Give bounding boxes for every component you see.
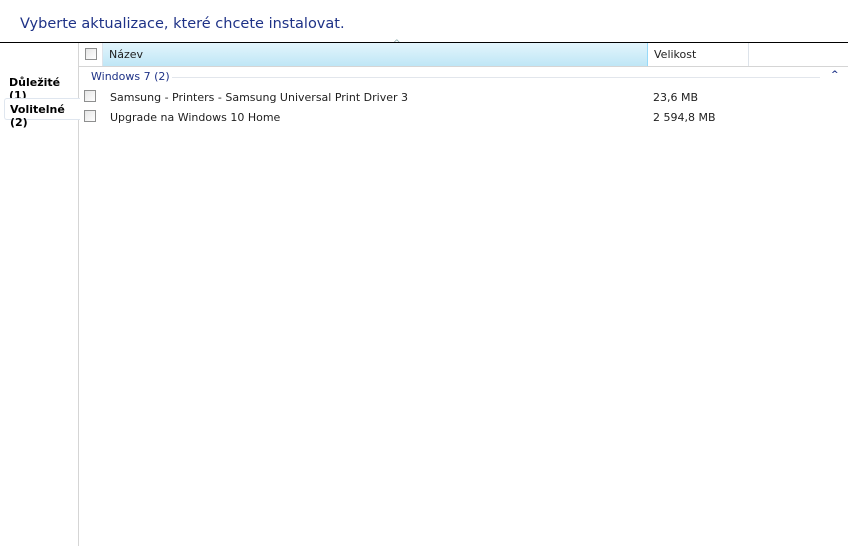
column-header: ^ Název Velikost	[79, 39, 848, 67]
column-name[interactable]: ^ Název	[103, 39, 648, 66]
column-name-label: Název	[109, 48, 144, 61]
update-name: Upgrade na Windows 10 Home	[110, 111, 281, 124]
tab-optional[interactable]: Volitelné (2)	[4, 98, 80, 129]
update-checkbox[interactable]	[84, 110, 96, 122]
collapse-group-icon[interactable]: ^	[831, 70, 839, 80]
group-divider	[172, 77, 820, 78]
group-header: Windows 7 (2)	[91, 70, 170, 83]
page-title: Vyberte aktualizace, které chcete instal…	[20, 16, 345, 32]
column-size-label: Velikost	[654, 48, 697, 61]
sort-ascending-icon: ^	[393, 39, 401, 49]
select-all-checkbox[interactable]	[85, 48, 97, 60]
select-all-cell	[79, 43, 103, 66]
update-row[interactable]: Upgrade na Windows 10 Home 2 594,8 MB	[79, 108, 848, 128]
update-size: 2 594,8 MB	[653, 111, 716, 124]
update-size: 23,6 MB	[653, 91, 699, 104]
update-row[interactable]: Samsung - Printers - Samsung Universal P…	[79, 88, 848, 108]
update-checkbox[interactable]	[84, 90, 96, 102]
category-sidebar: Důležité (1) Volitelné (2)	[0, 43, 80, 546]
update-name: Samsung - Printers - Samsung Universal P…	[110, 91, 408, 104]
column-size[interactable]: Velikost	[648, 43, 749, 66]
